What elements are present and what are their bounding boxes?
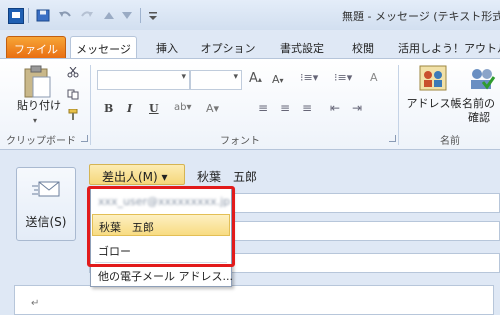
chevron-down-icon[interactable]: ▾ [33,116,37,125]
message-body[interactable]: ↵ [14,285,494,315]
from-value: 秋葉 五郎 [197,170,258,184]
qat-divider [140,8,141,23]
ribbon: 貼り付け ▾ クリップボード A▴ A▾ ⁝≡▾ ⁝≡▾ A B I U ab▾… [0,58,500,150]
bullets-icon[interactable]: ⁝≡▾ [300,71,318,84]
grow-font-icon[interactable]: A▴ [249,71,262,86]
tab-file[interactable]: ファイル [6,36,66,58]
underline-button[interactable]: U [149,102,159,115]
paragraph-mark-icon: ↵ [31,298,40,309]
highlight-color-icon[interactable]: ab▾ [174,102,192,113]
shrink-font-icon[interactable]: A▾ [272,73,284,86]
cut-icon[interactable] [67,67,79,78]
undo-icon[interactable] [58,9,72,22]
tab-outlook-tips[interactable]: 活用しよう！アウトル [398,36,500,58]
address-book-icon[interactable] [418,64,448,92]
up-icon[interactable] [102,9,116,22]
menu-item-other-address[interactable]: 他の電子メール アドレス... [92,264,233,286]
qat-divider [28,8,29,23]
italic-button[interactable]: I [127,102,132,115]
group-divider [398,65,399,145]
address-book-button[interactable]: アドレス帳 [406,97,462,111]
clipboard-group-label: クリップボード [6,136,76,147]
tab-message[interactable]: メッセージ [70,36,137,58]
down-icon[interactable] [120,9,134,22]
send-label: 送信(S) [25,215,67,229]
redo-icon[interactable] [80,9,94,22]
tab-format[interactable]: 書式設定 [272,36,332,58]
names-group-label: 名前 [440,136,460,147]
decrease-indent-icon[interactable]: ⇤ [330,101,340,115]
check-names-icon[interactable] [468,64,496,92]
clear-format-icon[interactable]: A [370,71,378,84]
title-bar: 無題 - メッセージ (テキスト形式 [0,0,500,30]
compose-area: 送信(S) 差出人(M) ▾ 秋葉 五郎 ↵ [0,150,500,315]
align-right-icon[interactable]: ≡ [302,101,312,115]
tab-options[interactable]: オプション [198,36,258,58]
check-names-button[interactable]: 名前の 確認 [462,97,500,125]
bold-button[interactable]: B [104,102,113,115]
tab-review[interactable]: 校閲 [346,36,380,58]
customize-qat-icon[interactable] [146,9,160,22]
app-icon[interactable] [8,8,24,24]
highlight-annotation [87,186,235,267]
font-name-dropdown[interactable] [97,70,190,90]
increase-indent-icon[interactable]: ⇥ [352,101,362,115]
align-left-icon[interactable]: ≡ [258,101,268,115]
ribbon-tabs: ファイル メッセージ 挿入 オプション 書式設定 校閲 活用しよう！アウトル [0,30,500,58]
check-names-label: 名前の [462,97,495,110]
clipboard-launcher-icon[interactable] [81,135,88,142]
font-launcher-icon[interactable] [389,135,396,142]
window-title: 無題 - メッセージ (テキスト形式 [342,10,500,23]
check-names-label: 確認 [468,111,490,124]
send-button[interactable]: 送信(S) [16,167,76,241]
font-group-label: フォント [220,136,260,147]
paste-icon[interactable] [22,65,52,99]
from-button[interactable]: 差出人(M) ▾ [89,164,185,185]
paste-button[interactable]: 貼り付け [14,99,64,113]
font-color-icon[interactable]: A▾ [206,102,219,115]
save-icon[interactable] [36,9,50,22]
font-size-dropdown[interactable] [190,70,242,90]
send-envelope-icon [32,181,60,197]
group-divider [90,65,91,145]
tab-insert[interactable]: 挿入 [150,36,184,58]
numbering-icon[interactable]: ⁝≡▾ [334,71,352,84]
format-painter-icon[interactable] [67,109,79,120]
copy-icon[interactable] [67,89,79,100]
align-center-icon[interactable]: ≡ [280,101,290,115]
